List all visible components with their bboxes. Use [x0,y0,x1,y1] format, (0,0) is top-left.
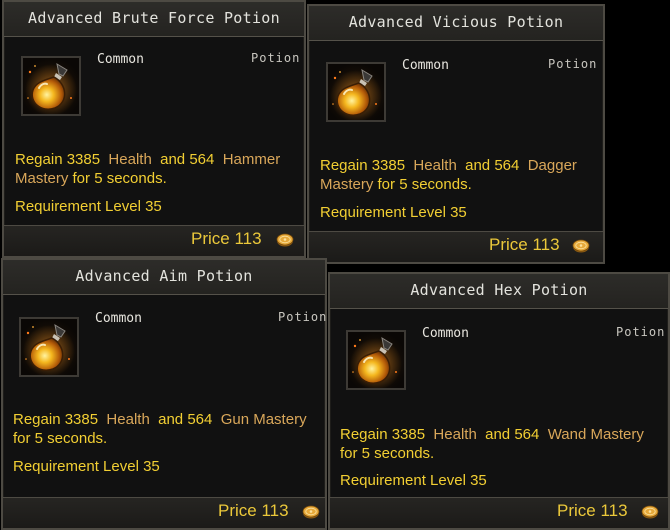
item-rarity: Common [422,326,469,341]
potion-flask-icon [21,56,81,116]
tooltip-title: Advanced Brute Force Potion [4,2,304,37]
gold-coin-icon [641,505,659,519]
gold-coin-icon [572,239,590,253]
gold-coin-icon [276,233,294,247]
item-tooltip-vicious: Advanced Vicious Potion Common Potion Re… [307,4,605,264]
item-type: Potion [616,325,666,339]
item-effect-description: Regain 3385 Health and 564 Wand Mastery … [340,426,644,462]
tooltip-footer: Price 113 [4,225,304,256]
potion-flask-icon [19,317,79,377]
potion-flask-icon [346,330,406,390]
gold-coin-icon [302,505,320,519]
tooltip-title: Advanced Hex Potion [330,274,668,309]
tooltip-footer: Price 113 [330,497,668,528]
item-effect-description: Regain 3385 Health and 564 Dagger Master… [320,157,577,193]
level-requirement: Requirement Level 35 [15,198,162,215]
tooltip-title: Advanced Vicious Potion [309,6,603,41]
tooltip-title: Advanced Aim Potion [3,260,325,295]
item-type: Potion [548,57,598,71]
item-price: Price 113 [191,229,262,248]
potion-flask-icon [326,62,386,122]
level-requirement: Requirement Level 35 [340,472,487,489]
item-rarity: Common [402,58,449,73]
item-rarity: Common [97,52,144,67]
tooltip-footer: Price 113 [309,231,603,262]
item-tooltip-brute-force: Advanced Brute Force Potion Common Potio… [2,0,306,258]
item-price: Price 113 [557,501,628,520]
item-tooltip-aim: Advanced Aim Potion Common Potion Regain… [1,258,327,530]
item-rarity: Common [95,311,142,326]
item-price: Price 113 [218,501,289,520]
item-tooltip-hex: Advanced Hex Potion Common Potion Regain… [328,272,670,530]
item-type: Potion [251,51,301,65]
item-effect-description: Regain 3385 Health and 564 Gun Mastery f… [13,411,307,447]
level-requirement: Requirement Level 35 [13,458,160,475]
level-requirement: Requirement Level 35 [320,204,467,221]
item-effect-description: Regain 3385 Health and 564 Hammer Master… [15,151,281,187]
item-price: Price 113 [489,235,560,254]
item-type: Potion [278,310,328,324]
tooltip-footer: Price 113 [3,497,325,528]
